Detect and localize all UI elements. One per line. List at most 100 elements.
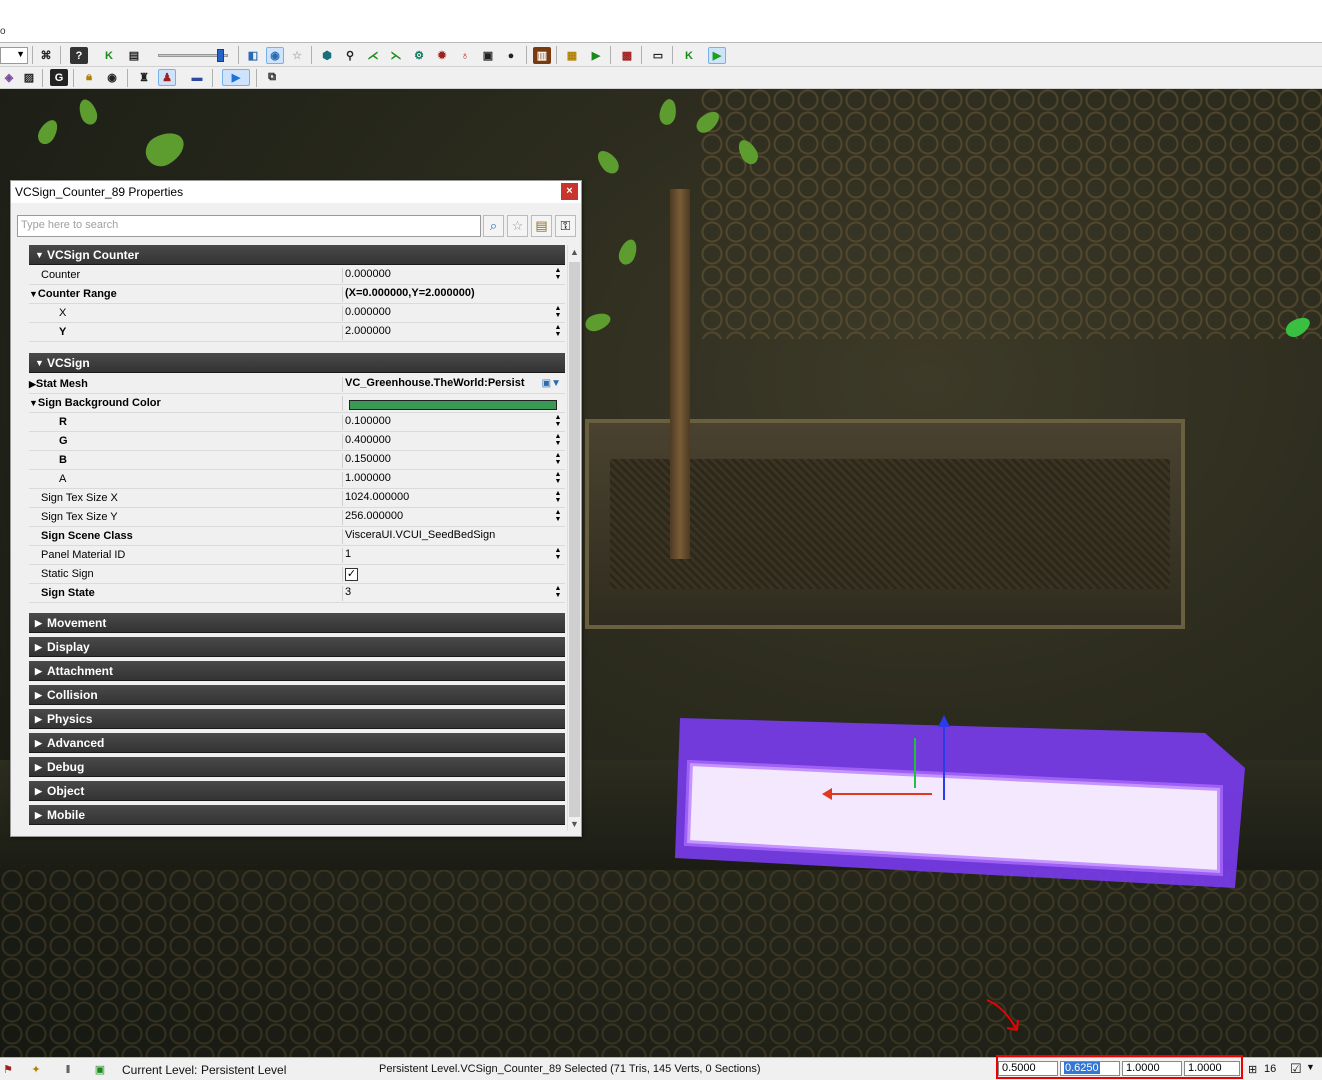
prop-a[interactable]: A 1.000000 ▲ ▼ [29,470,565,489]
copy-icon[interactable]: ▤ [531,215,552,237]
toolbar-combo[interactable]: ▼ [0,47,28,64]
static-sign-checkbox[interactable]: ✓ [345,568,358,581]
gizmo-x-axis[interactable] [822,788,932,800]
save-icon[interactable]: ▦ [563,47,581,64]
realtime-icon[interactable]: ◉ [266,47,284,64]
properties-scrollbar[interactable]: ▲ ▼ [567,245,581,831]
help-icon[interactable]: ? [70,47,88,64]
prop-x[interactable]: X 0.000000 ▲ ▼ [29,304,565,323]
spinner-icon[interactable]: ▲ ▼ [554,547,562,561]
star-icon[interactable]: ☆ [288,47,306,64]
prop-counter[interactable]: Counter 0.000000 ▲ ▼ [29,266,565,285]
camera-icon[interactable]: ♜ [135,69,153,86]
book-icon[interactable]: ▥ [533,47,551,64]
scroll-down-icon[interactable]: ▼ [570,819,579,829]
prop-stat-mesh[interactable]: ▶Stat Mesh VC_Greenhouse.TheWorld:Persist… [29,375,565,394]
section-mobile[interactable]: ▶ Mobile [29,805,565,825]
speed-slider[interactable] [158,49,228,62]
play-icon[interactable]: ▶ [708,47,726,64]
kismet-icon[interactable]: K [100,47,118,64]
snap-checkbox[interactable]: ☑ [1290,1061,1302,1077]
bulb-icon[interactable]: ✦ [28,1062,44,1077]
spinner-icon[interactable]: ▲ ▼ [554,267,562,281]
box-icon[interactable]: ▩ [618,47,636,64]
prop-g[interactable]: G 0.400000 ▲ ▼ [29,432,565,451]
grid-size[interactable]: 16 [1264,1063,1276,1075]
section-movement[interactable]: ▶ Movement [29,613,565,633]
prop-value[interactable]: VC_Greenhouse.TheWorld:Persist [342,377,532,392]
section-physics[interactable]: ▶ Physics [29,709,565,729]
scrollbar-thumb[interactable] [569,262,580,817]
gear-icon[interactable]: ⚙ [410,47,428,64]
spinner-icon[interactable]: ▲ ▼ [554,452,562,466]
selected-sign-mesh[interactable] [675,718,1250,888]
grip-icon[interactable]: ‖ [60,1062,76,1077]
prop-tex-size-y[interactable]: Sign Tex Size Y 256.000000 ▲ ▼ [29,508,565,527]
section-debug[interactable]: ▶ Debug [29,757,565,777]
floppy-icon[interactable]: ▬ [188,69,206,86]
prop-value[interactable]: 3 [342,586,565,601]
viewport-icon[interactable]: ◧ [244,47,262,64]
lock-icon[interactable]: ⚿ [555,215,576,237]
prop-y[interactable]: Y 2.000000 ▲ ▼ [29,323,565,342]
search-icon[interactable]: ⌕ [483,215,504,237]
scroll-up-icon[interactable]: ▲ [570,247,579,257]
spinner-icon[interactable]: ▲ ▼ [554,585,562,599]
prop-value[interactable]: 1 [342,548,565,563]
prop-value[interactable]: 0.150000 [342,453,565,468]
prop-value[interactable] [342,396,565,411]
section-attachment[interactable]: ▶ Attachment [29,661,565,681]
monitor-icon[interactable]: ▣ [479,47,497,64]
lock-icon[interactable]: 🔒︎ [80,69,98,86]
section-object[interactable]: ▶ Object [29,781,565,801]
error-icon[interactable]: ⚑ [0,1062,16,1077]
spinner-icon[interactable]: ▲ ▼ [554,324,562,338]
search-input[interactable]: Type here to search [17,215,481,237]
slider-thumb[interactable] [217,49,224,62]
screen-icon[interactable]: ▭ [649,47,667,64]
prop-tex-size-x[interactable]: Sign Tex Size X 1024.000000 ▲ ▼ [29,489,565,508]
spinner-icon[interactable]: ▲ ▼ [554,433,562,447]
sphere-icon[interactable]: ● [502,47,520,64]
section-display[interactable]: ▶ Display [29,637,565,657]
prop-r[interactable]: R 0.100000 ▲ ▼ [29,413,565,432]
dropdown-icon[interactable]: ▣▼ [542,378,561,389]
chevron-down-icon[interactable]: ▼ [1306,1062,1315,1072]
prop-counter-range[interactable]: ▼Counter Range (X=0.000000,Y=2.000000) [29,285,565,304]
link-icon[interactable]: ⧉ [263,69,281,86]
prop-value[interactable]: 1.000000 [342,472,565,487]
cubes-icon[interactable]: ▨ [20,69,38,86]
prop-static-sign[interactable]: Static Sign ✓ [29,565,565,584]
g-icon[interactable]: G [50,69,68,86]
section-advanced[interactable]: ▶ Advanced [29,733,565,753]
prop-sign-bg-color[interactable]: ▼Sign Background Color [29,394,565,413]
prop-value[interactable]: 2.000000 [342,325,565,340]
gizmo-y-axis[interactable] [914,738,916,788]
spinner-icon[interactable]: ▲ ▼ [554,471,562,485]
color-swatch[interactable] [349,400,557,410]
binoculars-icon[interactable]: ⌘ [37,47,55,64]
favorite-star-icon[interactable]: ☆ [507,215,528,237]
spinner-icon[interactable]: ▲ ▼ [554,305,562,319]
close-icon[interactable]: × [561,183,578,200]
prop-value[interactable]: 256.000000 [342,510,565,525]
spinner-icon[interactable]: ▲ ▼ [554,414,562,428]
cube-icon[interactable]: ◈ [0,69,18,86]
actor-icon[interactable]: ♟ [158,69,176,86]
eye-icon[interactable]: ◉ [103,69,121,86]
node2-icon[interactable]: ⋋ [387,47,405,64]
map-icon[interactable]: ▶ [587,47,605,64]
spinner-icon[interactable]: ▲ ▼ [554,509,562,523]
shield-icon[interactable]: ⬢ [318,47,336,64]
prop-sign-state[interactable]: Sign State 3 ▲ ▼ [29,584,565,603]
prop-value[interactable]: 0.400000 [342,434,565,449]
grid-icon[interactable]: ⊞ [1248,1063,1257,1076]
prop-panel-material-id[interactable]: Panel Material ID 1 ▲ ▼ [29,546,565,565]
prop-value[interactable]: 1024.000000 [342,491,565,506]
play-in-viewport-icon[interactable]: ▶ [222,69,250,86]
section-vcsign[interactable]: ▼ VCSign [29,353,565,373]
gizmo-z-axis[interactable] [938,715,950,800]
section-collision[interactable]: ▶ Collision [29,685,565,705]
pin-icon[interactable]: ⚲ [341,47,359,64]
prop-value[interactable]: 0.000000 [342,268,565,283]
